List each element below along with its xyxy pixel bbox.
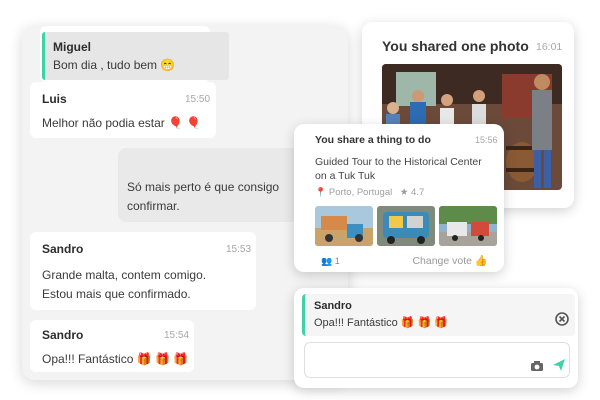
participants: 👥 1 bbox=[321, 256, 340, 267]
reply-text: Opa!!! Fantástico 🎁 🎁 🎁 bbox=[314, 316, 448, 331]
todo-rating: 4.7 bbox=[411, 187, 425, 198]
camera-icon[interactable] bbox=[530, 360, 544, 372]
todo-meta: 📍 Porto, Portugal ★ 4.7 bbox=[315, 187, 424, 198]
message-text-content: Melhor não podia estar bbox=[42, 116, 165, 130]
compose-card: Sandro Opa!!! Fantástico 🎁 🎁 🎁 bbox=[294, 288, 578, 388]
message-bubble-miguel[interactable]: Miguel Bom dia , tudo bem 😁 bbox=[40, 26, 229, 82]
close-reply-icon[interactable] bbox=[555, 312, 569, 326]
message-bubble-sandro-2[interactable]: Sandro 15:54 Opa!!! Fantástico 🎁 🎁 🎁 bbox=[30, 320, 194, 372]
thumbs-up-icon: 👍 bbox=[474, 255, 488, 267]
todo-thumbnail-3[interactable] bbox=[439, 206, 497, 246]
message-text-line2: confirmar. bbox=[127, 199, 180, 213]
send-icon[interactable] bbox=[552, 358, 566, 372]
people-icon: 👥 bbox=[321, 256, 333, 266]
location-pin-icon: 📍 bbox=[315, 187, 327, 197]
todo-thumbnail-2[interactable] bbox=[377, 206, 435, 246]
message-text: Opa!!! Fantástico 🎁 🎁 🎁 bbox=[42, 350, 188, 369]
todo-card-title: You share a thing to do bbox=[315, 134, 431, 146]
message-text-line1: Grande malta, contem comigo. bbox=[42, 268, 207, 282]
todo-card-time: 15:56 bbox=[475, 135, 498, 145]
message-text-line2: Estou mais que confirmado. bbox=[42, 287, 191, 301]
message-text: Bom dia , tudo bem 😁 bbox=[53, 56, 175, 75]
change-vote-button[interactable]: Change vote 👍 bbox=[412, 254, 488, 267]
sender-name: Sandro bbox=[42, 242, 84, 256]
tuk-tuk-photo-2 bbox=[377, 206, 435, 246]
message-text: Melhor não podia estar 🎈 🎈 bbox=[42, 114, 201, 133]
todo-thumbnail-1[interactable] bbox=[315, 206, 373, 246]
reply-sender: Sandro bbox=[314, 300, 352, 312]
reply-quote: Sandro Opa!!! Fantástico 🎁 🎁 🎁 bbox=[302, 294, 575, 336]
todo-location: Porto, Portugal bbox=[328, 187, 393, 198]
message-time: 15:54 bbox=[164, 330, 190, 341]
message-text-content: Bom dia , tudo bem bbox=[53, 58, 158, 72]
photo-card-title: You shared one photo bbox=[382, 38, 529, 54]
thing-to-do-card[interactable]: You share a thing to do 15:56 Guided Tou… bbox=[294, 124, 504, 272]
message-bubble-luis[interactable]: Luis 15:50 Melhor não podia estar 🎈 🎈 bbox=[30, 82, 216, 138]
reply-text-content: Opa!!! Fantástico bbox=[314, 317, 398, 329]
message-bubble-sandro-1[interactable]: Sandro 15:53 Grande malta, contem comigo… bbox=[30, 232, 256, 310]
sender-name: Miguel bbox=[53, 40, 91, 54]
sender-name: Sandro bbox=[42, 328, 84, 342]
star-icon: ★ bbox=[399, 187, 409, 198]
message-text-line1: Só mais perto é que consigo bbox=[127, 180, 280, 194]
gift-emoji-icon: 🎁 🎁 🎁 bbox=[400, 317, 449, 329]
change-vote-label: Change vote bbox=[412, 255, 472, 267]
tuk-tuk-photo-1 bbox=[315, 206, 373, 246]
photo-card-time: 16:01 bbox=[536, 41, 563, 53]
gift-emoji-icon: 🎁 🎁 🎁 bbox=[136, 352, 189, 366]
message-text-content: Opa!!! Fantástico bbox=[42, 352, 134, 366]
sender-name: Luis bbox=[42, 92, 67, 106]
grin-emoji-icon: 😁 bbox=[160, 58, 176, 72]
message-time: 15:50 bbox=[185, 94, 211, 105]
message-time: 15:53 bbox=[226, 244, 252, 255]
tuk-tuk-photo-3 bbox=[439, 206, 497, 246]
todo-description: Guided Tour to the Historical Center on … bbox=[315, 156, 482, 182]
participants-count: 1 bbox=[334, 256, 340, 266]
balloon-emoji-icon: 🎈 🎈 bbox=[168, 116, 202, 130]
